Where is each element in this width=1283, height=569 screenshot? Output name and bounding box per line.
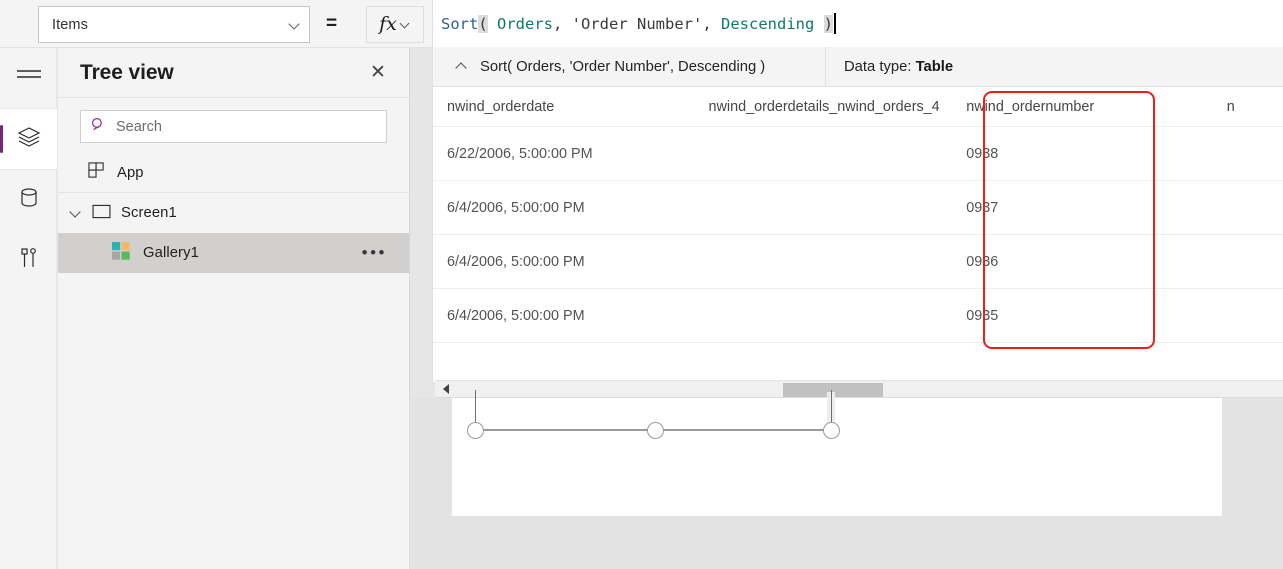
table-row[interactable]: 6/4/2006, 5:00:00 PM 0936 <box>433 235 1283 289</box>
table-cell: 0935 <box>966 307 999 324</box>
table-header-row: nwind_orderdate nwind_orderdetails_nwind_… <box>433 87 1283 127</box>
formula-token: ) <box>823 14 834 33</box>
left-icon-rail <box>0 48 57 569</box>
result-summary-formula: Sort( Orders, 'Order Number', Descending… <box>480 58 766 75</box>
more-options-icon[interactable]: ••• <box>362 233 387 273</box>
equals-sign: = <box>326 13 338 34</box>
column-header[interactable]: nwind_orderdate <box>433 99 708 115</box>
horizontal-scrollbar[interactable] <box>435 380 1283 398</box>
screen-canvas[interactable] <box>452 390 1222 516</box>
table-cell: 0938 <box>966 145 999 162</box>
search-placeholder: Search <box>116 118 162 135</box>
sidebar-item-label: Gallery1 <box>143 245 199 261</box>
sidebar-item-label: App <box>117 164 144 181</box>
result-summary-bar: Sort( Orders, 'Order Number', Descending… <box>433 47 1283 87</box>
tree-view-panel: Tree view ✕ Search App Screen1 Gallery1 … <box>58 48 410 569</box>
formula-token: Orders <box>487 14 553 33</box>
table-cell: 6/4/2006, 5:00:00 PM <box>447 199 585 216</box>
fx-button[interactable]: fx <box>366 6 424 43</box>
data-type-caption: Data type: <box>844 58 912 75</box>
tools-icon <box>18 246 40 275</box>
table-row[interactable]: 6/22/2006, 5:00:00 PM 0938 <box>433 127 1283 181</box>
sidebar-item-label: Screen1 <box>121 205 177 221</box>
result-summary-toggle[interactable]: Sort( Orders, 'Order Number', Descending… <box>433 47 826 86</box>
property-select-label: Items <box>52 16 88 33</box>
hamburger-menu-button[interactable] <box>0 48 57 108</box>
table-cell: 6/22/2006, 5:00:00 PM <box>447 145 593 162</box>
data-type-value: Table <box>915 58 954 75</box>
chevron-down-icon[interactable] <box>68 206 82 220</box>
table-cell: 6/4/2006, 5:00:00 PM <box>447 307 585 324</box>
table-row[interactable]: 6/4/2006, 5:00:00 PM 0935 <box>433 289 1283 343</box>
tree-view-header: Tree view ✕ <box>58 48 409 98</box>
table-cell: 6/4/2006, 5:00:00 PM <box>447 253 585 270</box>
app-icon <box>88 162 105 183</box>
fx-icon: fx <box>379 13 397 35</box>
sidebar-item-app[interactable]: App <box>58 153 409 193</box>
selection-stem-right <box>831 390 832 424</box>
selection-handle-right[interactable] <box>823 422 840 439</box>
formula-token: Sort <box>441 14 479 33</box>
formula-token: 'Order Number' <box>571 14 703 33</box>
formula-token <box>814 15 823 33</box>
scroll-left-arrow-icon[interactable] <box>439 381 453 397</box>
selection-handle-middle[interactable] <box>647 422 664 439</box>
close-icon[interactable]: ✕ <box>363 58 393 88</box>
table-cell: 0937 <box>966 199 999 216</box>
rail-item-tree-view[interactable] <box>0 109 57 169</box>
formula-token: , <box>702 14 721 33</box>
layers-icon <box>17 125 41 154</box>
formula-bar-row: Items = fx Sort( Orders, 'Order Number',… <box>0 0 1283 48</box>
property-select-dropdown[interactable]: Items <box>38 6 310 43</box>
column-header[interactable]: n <box>1227 99 1283 115</box>
formula-token: , <box>553 14 572 33</box>
sidebar-item-gallery1[interactable]: Gallery1 ••• <box>58 233 409 273</box>
search-input[interactable]: Search <box>80 110 387 143</box>
formula-result-pane: Sort( Orders, 'Order Number', Descending… <box>432 47 1283 382</box>
chevron-up-icon <box>455 60 468 73</box>
column-header[interactable]: nwind_ordernumber <box>966 99 1227 115</box>
tree-view-title: Tree view <box>80 60 174 84</box>
tree-view-search-wrap: Search <box>58 98 409 153</box>
result-table-body: nwind_orderdate nwind_orderdetails_nwind_… <box>433 87 1283 343</box>
search-icon <box>91 117 106 137</box>
formula-token: ( <box>478 14 488 33</box>
app-canvas-area <box>411 390 1283 569</box>
data-cylinder-icon <box>18 186 40 215</box>
gallery-icon <box>112 241 131 265</box>
table-cell: 0936 <box>966 253 999 270</box>
formula-input[interactable]: Sort( Orders, 'Order Number', Descending… <box>432 0 1283 47</box>
rail-item-insert[interactable] <box>0 230 57 290</box>
text-cursor <box>834 13 836 34</box>
screen-icon <box>92 204 111 223</box>
chevron-down-icon <box>401 20 411 30</box>
formula-tokens: Sort( Orders, 'Order Number', Descending… <box>441 14 834 33</box>
formula-token: Descending <box>721 14 815 33</box>
column-header[interactable]: nwind_orderdetails_nwind_orders_4 <box>708 99 966 115</box>
rail-item-data[interactable] <box>0 170 57 230</box>
data-type-label: Data type: Table <box>826 59 953 75</box>
chevron-down-icon <box>289 19 301 31</box>
selection-stem-left <box>475 390 476 424</box>
result-data-table: nwind_orderdate nwind_orderdetails_nwind_… <box>433 87 1283 381</box>
hamburger-menu-icon <box>16 67 42 90</box>
powerapps-studio: Items = fx Sort( Orders, 'Order Number',… <box>0 0 1283 569</box>
selection-handle-left[interactable] <box>467 422 484 439</box>
sidebar-item-screen1[interactable]: Screen1 <box>58 193 409 233</box>
table-row[interactable]: 6/4/2006, 5:00:00 PM 0937 <box>433 181 1283 235</box>
